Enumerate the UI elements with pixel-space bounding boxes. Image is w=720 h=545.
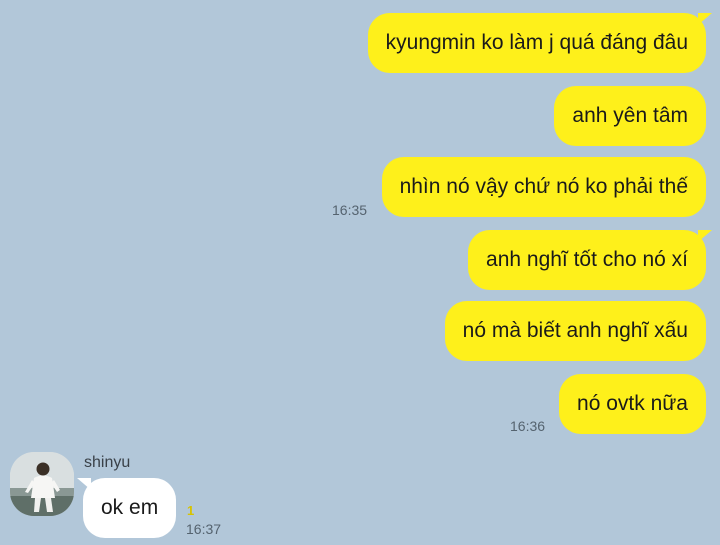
outgoing-message[interactable]: kyungmin ko làm j quá đáng đâu (367, 13, 713, 73)
outgoing-message[interactable]: nó ovtk nữa (559, 374, 706, 434)
message-text: ok em (101, 496, 159, 519)
profile-photo-icon (10, 452, 74, 516)
sender-name: shinyu (84, 454, 131, 471)
outgoing-message[interactable]: anh yên tâm (554, 86, 706, 146)
message-text: anh yên tâm (572, 104, 688, 127)
outgoing-message[interactable]: nó mà biết anh nghĩ xấu (444, 301, 706, 361)
message-text: nó mà biết anh nghĩ xấu (462, 319, 688, 342)
unread-count: 1 (187, 503, 195, 518)
avatar[interactable] (10, 452, 74, 516)
message-timestamp: 16:35 (332, 202, 368, 218)
message-text: nó ovtk nữa (577, 392, 688, 415)
outgoing-message[interactable]: anh nghĩ tốt cho nó xí (468, 230, 712, 290)
message-timestamp: 16:37 (186, 521, 222, 537)
message-text: kyungmin ko làm j quá đáng đâu (385, 31, 688, 54)
outgoing-message[interactable]: nhìn nó vậy chứ nó ko phải thế (381, 157, 706, 217)
message-timestamp: 16:36 (510, 418, 546, 434)
message-text: nhìn nó vậy chứ nó ko phải thế (399, 175, 688, 198)
chat-area[interactable]: kyungmin ko làm j quá đáng đâu anh yên t… (0, 0, 720, 545)
message-text: anh nghĩ tốt cho nó xí (486, 248, 688, 271)
incoming-message[interactable]: ok em (76, 478, 177, 538)
